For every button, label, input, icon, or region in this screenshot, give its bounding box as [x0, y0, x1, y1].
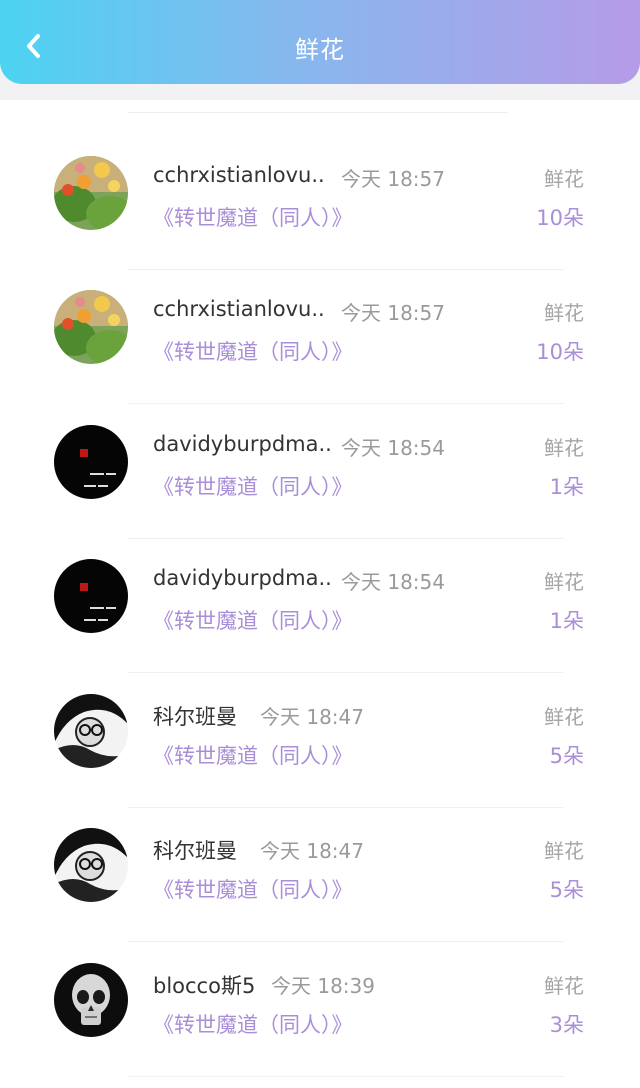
book-link[interactable]: 《转世魔道（同人）》 — [153, 471, 353, 501]
nav-header: 鲜花 — [0, 0, 640, 84]
divider — [128, 941, 564, 942]
avatar[interactable] — [54, 694, 128, 768]
gift-type: 鲜花 — [544, 301, 584, 325]
book-link[interactable]: 《转世魔道（同人）》 — [153, 336, 353, 366]
book-link[interactable]: 《转世魔道（同人）》 — [153, 1009, 353, 1039]
user-name: 科尔班曼 — [153, 705, 237, 729]
divider — [128, 403, 564, 404]
skull-avatar-image — [54, 963, 128, 1037]
avatar[interactable] — [54, 559, 128, 633]
dark-text-avatar-image — [54, 425, 128, 499]
gift-type: 鲜花 — [544, 839, 584, 863]
list-item[interactable]: cchrxistianlovu.. 今天 18:57 《转世魔道（同人）》 鲜花… — [0, 270, 640, 404]
timestamp: 今天 18:54 — [341, 570, 445, 594]
user-name: davidyburpdma.. — [153, 432, 332, 456]
sketch-person-avatar-image — [54, 828, 128, 902]
user-name: 科尔班曼 — [153, 839, 237, 863]
list-item[interactable]: blocco斯5 今天 18:39 《转世魔道（同人）》 鲜花 3朵 — [0, 943, 640, 1077]
list-item[interactable]: 科尔班曼 今天 18:47 《转世魔道（同人）》 鲜花 5朵 — [0, 808, 640, 942]
flower-list: cchrxistianlovu.. 今天 18:57 《转世魔道（同人）》 鲜花… — [0, 100, 640, 1088]
avatar[interactable] — [54, 156, 128, 230]
avatar[interactable] — [54, 963, 128, 1037]
list-item[interactable]: davidyburpdma.. 今天 18:54 《转世魔道（同人）》 鲜花 1… — [0, 405, 640, 539]
timestamp: 今天 18:54 — [341, 436, 445, 460]
divider — [128, 112, 508, 113]
user-name: cchrxistianlovu.. — [153, 163, 325, 187]
book-link[interactable]: 《转世魔道（同人）》 — [153, 605, 353, 635]
gift-type: 鲜花 — [544, 570, 584, 594]
gift-count: 1朵 — [549, 475, 584, 499]
flowers-avatar-image — [54, 156, 128, 230]
avatar[interactable] — [54, 425, 128, 499]
timestamp: 今天 18:47 — [260, 839, 364, 863]
divider — [128, 672, 564, 673]
timestamp: 今天 18:39 — [271, 974, 375, 998]
gift-count: 10朵 — [536, 340, 584, 364]
gift-type: 鲜花 — [544, 705, 584, 729]
book-link[interactable]: 《转世魔道（同人）》 — [153, 874, 353, 904]
dark-text-avatar-image — [54, 559, 128, 633]
flowers-avatar-image — [54, 290, 128, 364]
gift-type: 鲜花 — [544, 436, 584, 460]
user-name: blocco斯5 — [153, 974, 256, 998]
gift-count: 3朵 — [549, 1013, 584, 1037]
book-link[interactable]: 《转世魔道（同人）》 — [153, 740, 353, 770]
gift-count: 10朵 — [536, 206, 584, 230]
user-name: davidyburpdma.. — [153, 566, 332, 590]
page-title: 鲜花 — [295, 36, 345, 64]
book-link[interactable]: 《转世魔道（同人）》 — [153, 202, 353, 232]
gift-type: 鲜花 — [544, 974, 584, 998]
gift-type: 鲜花 — [544, 167, 584, 191]
list-item[interactable]: davidyburpdma.. 今天 18:54 《转世魔道（同人）》 鲜花 1… — [0, 539, 640, 673]
user-name: cchrxistianlovu.. — [153, 297, 325, 321]
gift-count: 1朵 — [549, 609, 584, 633]
gift-count: 5朵 — [549, 744, 584, 768]
avatar[interactable] — [54, 290, 128, 364]
list-item[interactable]: cchrxistianlovu.. 今天 18:57 《转世魔道（同人）》 鲜花… — [0, 136, 640, 270]
gift-count: 5朵 — [549, 878, 584, 902]
avatar[interactable] — [54, 828, 128, 902]
sketch-person-avatar-image — [54, 694, 128, 768]
timestamp: 今天 18:57 — [341, 301, 445, 325]
timestamp: 今天 18:47 — [260, 705, 364, 729]
list-item[interactable]: 科尔班曼 今天 18:47 《转世魔道（同人）》 鲜花 5朵 — [0, 674, 640, 808]
divider — [128, 1076, 564, 1077]
timestamp: 今天 18:57 — [341, 167, 445, 191]
